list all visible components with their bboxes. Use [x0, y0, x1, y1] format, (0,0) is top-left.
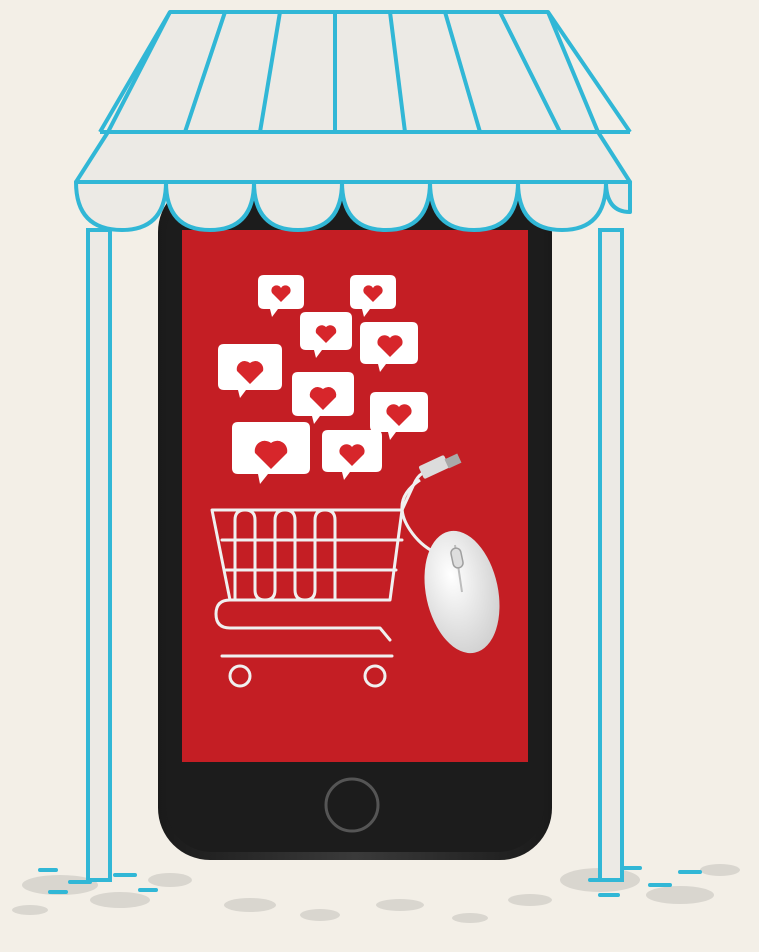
striped-awning-icon	[74, 10, 632, 232]
heart-bubble-icon	[218, 344, 282, 398]
illustration-canvas	[12, 10, 740, 923]
ground-spots	[12, 864, 740, 923]
storefront-phone-illustration	[0, 0, 759, 952]
